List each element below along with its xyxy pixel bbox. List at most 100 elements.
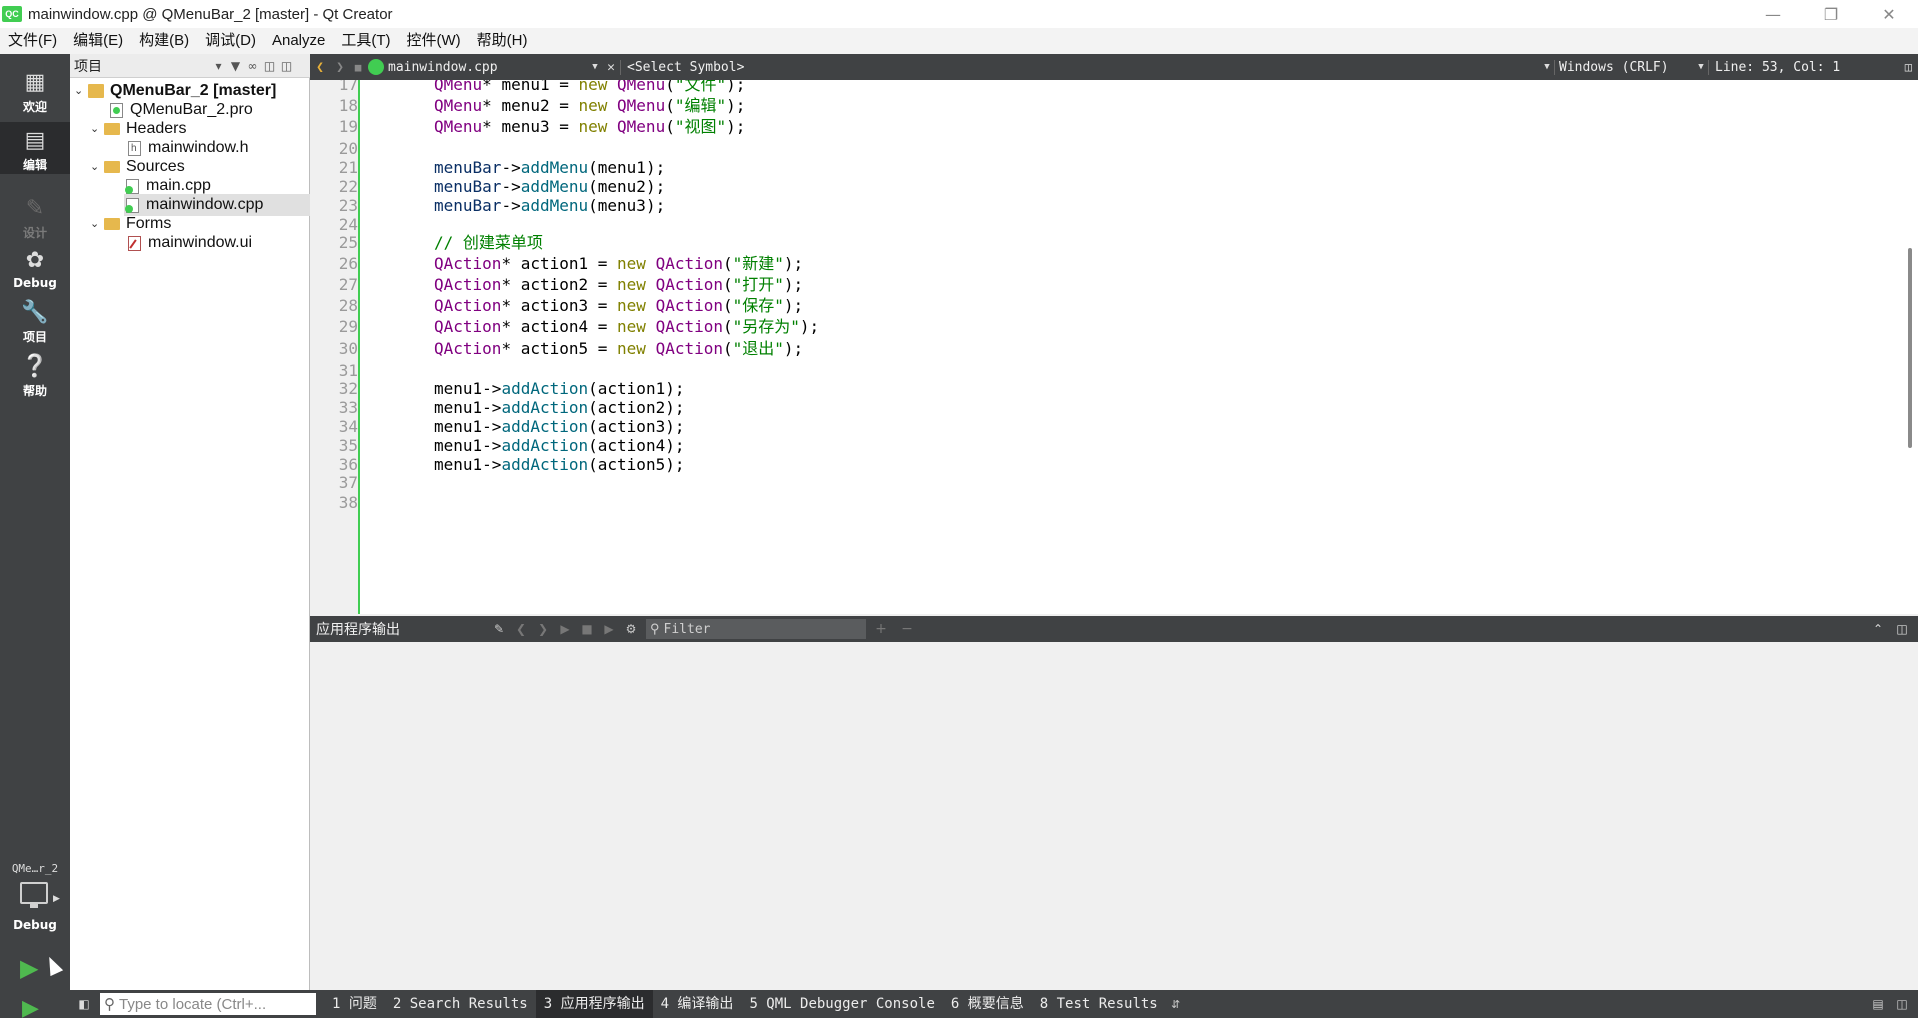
filter-placeholder: Filter	[663, 621, 711, 637]
code-line: 27 QAction* action2 = new QAction("打开");	[310, 274, 1870, 296]
link-icon[interactable]: ∞	[244, 59, 261, 73]
monitor-icon[interactable]	[20, 882, 48, 908]
code-token: QMenu	[617, 96, 666, 115]
code-token: (	[723, 296, 733, 315]
line-number: 25	[338, 233, 358, 252]
menu-item[interactable]: 控件(W)	[399, 28, 469, 54]
code-token: (action3);	[588, 417, 685, 436]
back-arrow-icon[interactable]: ❮	[310, 60, 330, 75]
toggle-output-icon[interactable]: ◫	[1890, 997, 1914, 1011]
code-token: QAction	[655, 339, 723, 358]
run-button[interactable]: ▶	[20, 954, 38, 982]
document-dropdown-icon[interactable]: ▼	[588, 62, 602, 72]
clear-output-icon[interactable]: ✎	[488, 622, 510, 636]
menu-item[interactable]: 编辑(E)	[65, 28, 131, 54]
forward-arrow-icon[interactable]: ❯	[330, 60, 350, 75]
chevron-down-icon[interactable]: ⌄	[90, 156, 104, 178]
cursor-position[interactable]: Line: 53, Col: 1	[1708, 59, 1840, 75]
menu-item[interactable]: 构建(B)	[131, 28, 197, 54]
code-line: 38	[310, 492, 1870, 514]
code-token: QMenu	[434, 96, 483, 115]
line-ending-selector[interactable]: Windows (CRLF)	[1554, 59, 1694, 75]
output-pane-tab[interactable]: 1 问题	[324, 990, 385, 1018]
next-item-icon[interactable]: ❯	[532, 622, 554, 636]
output-pane-tab[interactable]: 3 应用程序输出	[535, 990, 653, 1018]
chevron-down-icon[interactable]: ⌄	[90, 118, 104, 140]
code-token: QAction	[655, 254, 723, 273]
progress-details-icon[interactable]: ▤	[1866, 997, 1890, 1011]
window-title: mainwindow.cpp @ QMenuBar_2 [master] - Q…	[28, 5, 393, 23]
restore-button[interactable]: ❐	[1802, 0, 1860, 28]
kit-selector-arrow-icon[interactable]: ▶	[53, 894, 60, 904]
code-token: );	[726, 80, 746, 94]
mode-help[interactable]: ❔ 帮助	[0, 354, 70, 400]
maximize-pane-icon[interactable]: ⌃	[1866, 622, 1890, 636]
dropdown-arrow-icon[interactable]: ▾	[210, 59, 227, 73]
zoom-out-icon[interactable]: −	[896, 621, 918, 637]
split-icon[interactable]: ◫	[261, 59, 278, 73]
menu-item[interactable]: 帮助(H)	[469, 28, 536, 54]
code-token: * action1 =	[501, 254, 618, 273]
output-pane-tab[interactable]: 6 概要信息	[943, 990, 1032, 1018]
project-pane-title[interactable]: 项目	[74, 56, 210, 76]
chevron-down-icon[interactable]: ⌄	[74, 80, 88, 102]
mode-welcome[interactable]: ▦ 欢迎	[0, 70, 70, 116]
zoom-in-icon[interactable]: +	[870, 621, 892, 637]
title-bar: QC mainwindow.cpp @ QMenuBar_2 [master] …	[0, 0, 1918, 28]
code-token: new	[617, 317, 656, 336]
output-pane-tab[interactable]: 8 Test Results	[1032, 990, 1166, 1018]
application-output-area[interactable]	[310, 642, 1918, 990]
code-token: new	[578, 80, 618, 94]
symbol-selector[interactable]: <Select Symbol>	[620, 59, 1540, 75]
code-text: QAction* action5 = new QAction("退出");	[434, 338, 803, 360]
start-debugging-button[interactable]: ▶	[22, 996, 39, 1018]
code-line: 17 QMenu* menu1 = new QMenu("文件");	[310, 80, 1870, 96]
code-token: "新建"	[732, 254, 784, 273]
code-text: QMenu* menu2 = new QMenu("编辑");	[434, 95, 745, 117]
mode-debug[interactable]: ✿ Debug	[0, 248, 70, 294]
rerun-icon[interactable]: ▶	[554, 622, 576, 636]
close-document-icon[interactable]: ✕	[602, 60, 620, 75]
mode-projects[interactable]: 🔧 项目	[0, 300, 70, 346]
close-window-button[interactable]: ✕	[1860, 0, 1918, 28]
menu-item[interactable]: 工具(T)	[333, 28, 398, 54]
close-pane-icon[interactable]: ◫	[278, 59, 295, 73]
toggle-sidebar-icon[interactable]: ◧	[72, 997, 96, 1011]
code-editor[interactable]: 17 QMenu* menu1 = new QMenu("文件"); 18 QMenu…	[310, 80, 1918, 614]
code-token: menuBar	[434, 196, 502, 215]
tree-item-mainwindow-ui[interactable]: mainwindow.ui	[128, 232, 252, 254]
code-token: menu1->	[434, 398, 502, 417]
chevron-down-icon[interactable]: ⌄	[90, 213, 104, 235]
code-token: );	[783, 254, 804, 273]
scrollbar-thumb[interactable]	[1908, 248, 1912, 448]
output-pane-tab[interactable]: 5 QML Debugger Console	[741, 990, 942, 1018]
line-ending-dropdown-icon[interactable]: ▼	[1694, 62, 1708, 72]
mode-edit[interactable]: ▤ 编辑	[0, 122, 70, 174]
output-pane-tab[interactable]: 2 Search Results	[385, 990, 536, 1018]
filter-input[interactable]: ⚲ Filter	[646, 619, 866, 639]
symbol-dropdown-icon[interactable]: ▼	[1540, 62, 1554, 72]
minimize-button[interactable]: —	[1744, 0, 1802, 28]
split-editor-icon[interactable]: ◫	[1905, 60, 1912, 74]
code-token: * action3 =	[501, 296, 618, 315]
folder-icon	[104, 218, 120, 230]
vertical-scrollbar[interactable]	[1904, 80, 1916, 614]
close-pane-icon[interactable]: ◫	[1890, 622, 1914, 636]
menu-item[interactable]: Analyze	[264, 28, 333, 54]
menu-item[interactable]: 文件(F)	[0, 28, 65, 54]
attach-debugger-icon[interactable]: ▶	[598, 622, 620, 636]
mode-design[interactable]: ✎ 设计	[0, 196, 70, 242]
menu-item[interactable]: 调试(D)	[197, 28, 264, 54]
output-pane-tab[interactable]: 4 编译输出	[653, 990, 742, 1018]
filter-icon[interactable]: ▼	[227, 59, 244, 73]
code-token: (	[723, 254, 733, 273]
locator-input[interactable]: ⚲ Type to locate (Ctrl+...	[100, 993, 316, 1015]
editor-toolbar: ❮ ❯ ■ mainwindow.cpp ▼ ✕ <Select Symbol>…	[310, 54, 1918, 80]
more-panes-icon[interactable]: ⇵	[1166, 998, 1186, 1011]
code-token: menu1->	[434, 379, 502, 398]
code-line: 25 // 创建菜单项	[310, 232, 1870, 254]
stop-icon[interactable]: ■	[576, 622, 598, 636]
open-document-name[interactable]: mainwindow.cpp	[388, 60, 588, 75]
settings-gear-icon[interactable]: ⚙	[620, 622, 642, 636]
previous-item-icon[interactable]: ❮	[510, 622, 532, 636]
